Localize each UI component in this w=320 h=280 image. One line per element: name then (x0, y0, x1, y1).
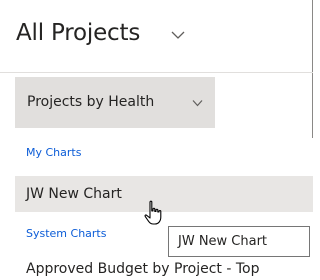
page-title[interactable]: All Projects (16, 20, 140, 46)
group-header-my-charts: My Charts (26, 146, 82, 159)
page-header: All Projects (0, 0, 313, 73)
view-selector-dropdown[interactable]: Projects by Health (15, 77, 215, 128)
chevron-down-icon (192, 100, 203, 107)
projects-panel: All Projects Projects by Health My Chart… (0, 0, 313, 280)
view-selector-label: Projects by Health (27, 94, 155, 110)
hand-pointer-icon (144, 200, 162, 225)
chevron-down-icon[interactable] (171, 30, 185, 40)
tooltip: JW New Chart (168, 226, 310, 257)
group-header-system-charts: System Charts (26, 227, 107, 240)
